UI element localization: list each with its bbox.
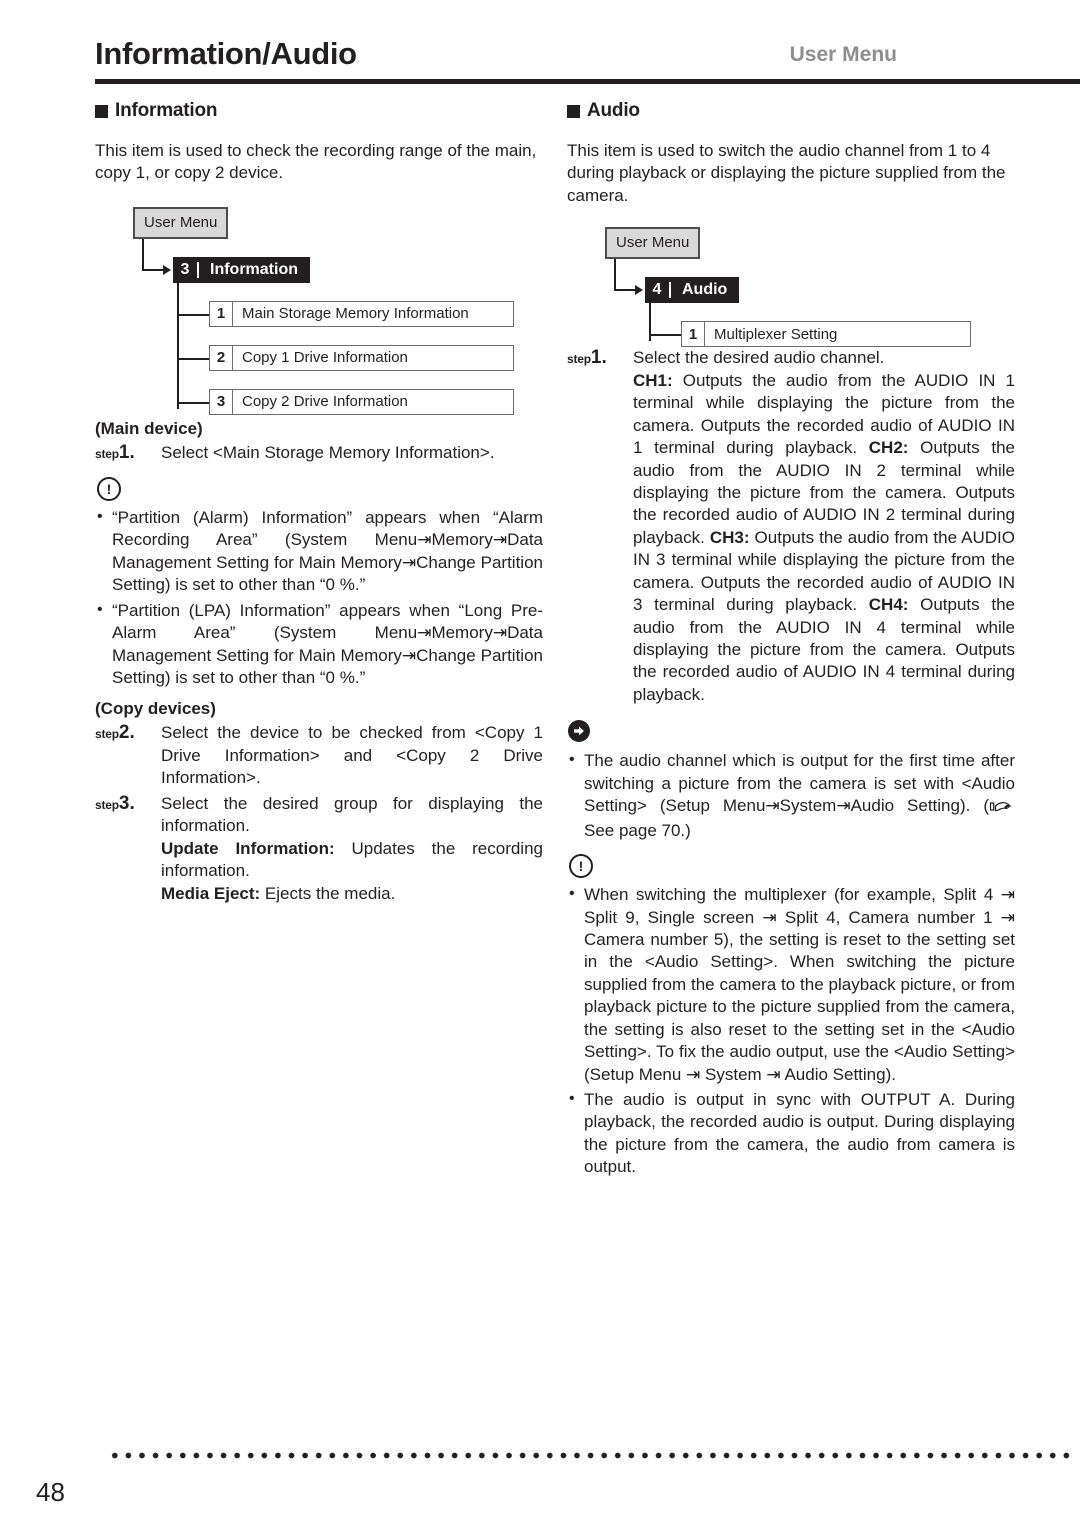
tree-connector-vertical	[614, 259, 616, 292]
step-marker: step2.	[95, 720, 161, 745]
caution-icon: !	[97, 476, 121, 501]
audio-intro-text: This item is used to switch the audio ch…	[567, 141, 1006, 205]
channel-label-ch3: CH3:	[709, 527, 750, 547]
tree-leaf-item: 1 Multiplexer Setting	[681, 321, 971, 348]
tree-leaf-item: 3 Copy 2 Drive Information	[209, 388, 514, 415]
audio-tip-notes-list: The audio channel which is output for th…	[567, 749, 1015, 842]
step-marker: step1.	[567, 345, 633, 370]
section-heading-information: Information	[95, 100, 543, 122]
left-column: Information This item is used to check t…	[95, 100, 543, 906]
channel-label-ch2: CH2:	[868, 438, 909, 458]
tree-node-label: Audio	[682, 281, 728, 299]
audio-step-1: step1. Select the desired audio channel.…	[567, 345, 1015, 706]
copy-devices-step-3: step3. Select the desired group for disp…	[95, 791, 543, 905]
tree-leaf-item: 2 Copy 1 Drive Information	[209, 344, 514, 371]
bullet-square-icon	[95, 105, 108, 118]
list-item: The audio channel which is output for th…	[567, 749, 1015, 842]
step-prefix: step	[95, 446, 119, 461]
tree-leaf-label: Copy 1 Drive Information	[242, 349, 408, 367]
tree-node-number: 4	[645, 282, 671, 299]
footer-dotted-rule	[108, 1452, 1073, 1459]
information-notes-list: “Partition (Alarm) Information” appears …	[95, 506, 543, 690]
tree-branch-3	[177, 401, 211, 404]
tree-node-label: Information	[210, 260, 298, 278]
tip-text-part1: The audio channel which is output for th…	[584, 751, 1015, 816]
tree-connector-horizontal	[614, 289, 636, 292]
media-eject-text: Ejects the media.	[260, 883, 396, 903]
tree-leaf-number: 1	[210, 301, 233, 326]
tree-connector-horizontal	[142, 268, 164, 271]
step-number: 2.	[118, 722, 135, 744]
tree-root-user-menu: User Menu	[605, 227, 701, 260]
copy-devices-heading: (Copy devices)	[95, 699, 216, 719]
copy-devices-step-2: step2. Select the device to be checked f…	[95, 720, 543, 789]
tree-leaf-number: 2	[210, 345, 233, 370]
list-item: When switching the multiplexer (for exam…	[567, 883, 1015, 1086]
section-heading-label: Information	[115, 100, 218, 121]
main-device-heading: (Main device)	[95, 418, 203, 438]
step-text: Select <Main Storage Memory Information>…	[161, 442, 495, 462]
caution-icon: !	[569, 854, 593, 879]
header-divider	[95, 79, 1080, 84]
step-text: Select the desired group for displaying …	[161, 793, 543, 836]
audio-caution-notes-list: When switching the multiplexer (for exam…	[567, 883, 1015, 1179]
tree-leaf-number: 1	[682, 322, 705, 347]
step-text-group: Select the desired group for displaying …	[161, 793, 543, 905]
step-text: Select the desired audio channel.	[633, 348, 885, 368]
bullet-square-icon	[567, 105, 580, 118]
tree-node-number: 3	[173, 261, 199, 278]
step-text-group: Select the desired audio channel. CH1: O…	[633, 347, 1015, 706]
tree-spine-vertical	[177, 282, 179, 409]
tree-branch-1	[649, 334, 683, 337]
tree-branch-1	[177, 313, 211, 316]
audio-menu-tree: User Menu 4 Audio 1 Multiplexer Setting	[567, 223, 1015, 348]
right-column: Audio This item is used to switch the au…	[567, 100, 1015, 1183]
tip-text-part2: See page 70.)	[584, 820, 691, 840]
information-intro-text: This item is used to check the recording…	[95, 141, 537, 183]
step-marker: step1.	[95, 440, 161, 465]
tree-node-audio: 4 Audio	[645, 277, 740, 304]
tree-arrowhead-icon	[635, 285, 643, 296]
update-information-label: Update Information:	[161, 838, 335, 858]
page-title: Information/Audio	[95, 36, 357, 71]
main-device-step-1: step1. Select <Main Storage Memory Infor…	[95, 440, 543, 465]
tree-leaf-label: Main Storage Memory Information	[242, 305, 469, 323]
section-heading-audio: Audio	[567, 100, 1015, 122]
tree-connector-vertical	[142, 238, 144, 271]
page-number: 48	[36, 1477, 65, 1507]
information-menu-tree: User Menu 3 Information 1 Main Storage M…	[95, 203, 543, 415]
media-eject-label: Media Eject:	[161, 883, 261, 903]
step-number: 1.	[590, 347, 607, 369]
header-section-label: User Menu	[789, 43, 897, 66]
tree-leaf-label: Copy 2 Drive Information	[242, 393, 408, 411]
channel-label-ch1: CH1:	[633, 370, 673, 390]
step-number: 3.	[118, 792, 135, 814]
tree-leaf-item: 1 Main Storage Memory Information	[209, 300, 514, 327]
step-prefix: step	[95, 727, 119, 742]
tree-leaf-number: 3	[210, 389, 233, 414]
section-heading-label: Audio	[587, 100, 640, 121]
step-prefix: step	[95, 797, 119, 812]
tree-arrowhead-icon	[163, 264, 171, 275]
list-item: The audio is output in sync with OUTPUT …	[567, 1088, 1015, 1179]
tree-branch-2	[177, 357, 211, 360]
step-number: 1.	[118, 441, 135, 463]
list-item: “Partition (Alarm) Information” appears …	[95, 506, 543, 597]
step-marker: step3.	[95, 791, 161, 816]
list-item: “Partition (LPA) Information” appears wh…	[95, 599, 543, 690]
note-arrow-icon	[568, 720, 590, 743]
tree-leaf-label: Multiplexer Setting	[714, 325, 838, 343]
step-prefix: step	[567, 352, 591, 367]
document-page: Information/Audio User Menu Information …	[0, 0, 1080, 1528]
channel-label-ch4: CH4:	[868, 595, 909, 615]
tree-root-user-menu: User Menu	[133, 206, 229, 239]
tree-node-information: 3 Information	[173, 256, 310, 283]
pointing-hand-icon	[989, 797, 1012, 819]
step-text: Select the device to be checked from <Co…	[161, 723, 543, 788]
